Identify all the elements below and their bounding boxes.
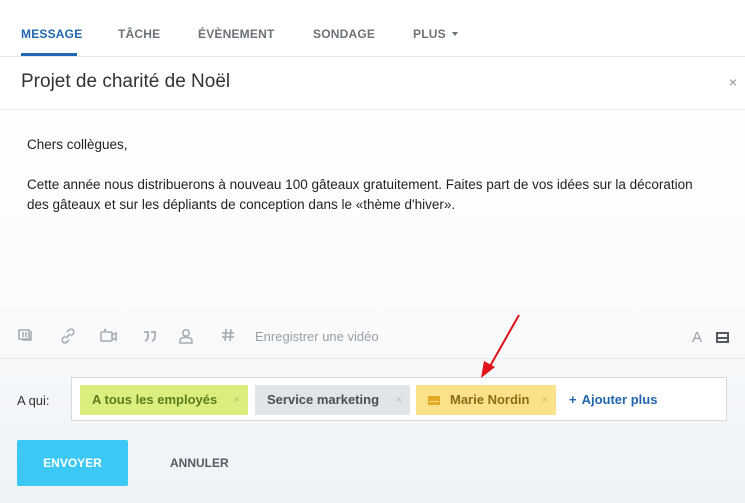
quote-icon[interactable] bbox=[141, 328, 159, 346]
cancel-button[interactable]: ANNULER bbox=[170, 456, 229, 470]
add-more-recipients-link[interactable]: + Ajouter plus bbox=[569, 392, 657, 407]
send-button[interactable]: ENVOYER bbox=[17, 440, 128, 486]
annotation-arrow-icon bbox=[481, 314, 520, 378]
plus-icon: + bbox=[569, 392, 577, 407]
text-format-icon[interactable]: A bbox=[692, 329, 702, 346]
recipient-chip-marie-nordin[interactable]: Marie Nordin × bbox=[416, 385, 556, 415]
post-type-tabs: MESSAGE TÂCHE ÉVÈNEMENT SONDAGE PLUS bbox=[0, 0, 745, 57]
message-greeting: Chers collègues, bbox=[27, 137, 128, 152]
video-icon[interactable] bbox=[99, 328, 117, 346]
record-video-link[interactable]: Enregistrer une vidéo bbox=[255, 329, 379, 344]
recipients-field[interactable]: A tous les employés × Service marketing … bbox=[71, 377, 727, 421]
add-more-label: Ajouter plus bbox=[581, 392, 658, 407]
tab-message[interactable]: MESSAGE bbox=[21, 27, 82, 41]
attach-icon[interactable] bbox=[17, 328, 35, 346]
recipient-chip-all-employees[interactable]: A tous les employés × bbox=[80, 385, 248, 415]
recipient-chip-label: A tous les employés bbox=[92, 392, 218, 407]
editor-toolbar: Enregistrer une vidéo A bbox=[0, 322, 745, 359]
tab-more[interactable]: PLUS bbox=[413, 27, 458, 41]
hashtag-icon[interactable] bbox=[219, 328, 237, 346]
mention-icon[interactable] bbox=[177, 328, 195, 346]
recipients-label: A qui: bbox=[17, 393, 50, 408]
link-icon[interactable] bbox=[59, 328, 77, 346]
remove-recipient-icon[interactable]: × bbox=[542, 385, 548, 415]
active-tab-indicator bbox=[21, 53, 77, 56]
chevron-down-icon bbox=[451, 32, 458, 36]
close-icon[interactable]: × bbox=[729, 74, 737, 90]
toggle-panel-icon[interactable] bbox=[716, 332, 729, 343]
envelope-icon bbox=[428, 396, 440, 405]
recipient-chip-marketing[interactable]: Service marketing × bbox=[255, 385, 410, 415]
message-body[interactable]: Chers collègues, Cette année nous distri… bbox=[27, 135, 717, 235]
tab-event[interactable]: ÉVÈNEMENT bbox=[198, 27, 274, 41]
recipient-chip-label: Service marketing bbox=[267, 392, 380, 407]
title-bar: Projet de charité de Noël × bbox=[0, 57, 745, 110]
message-title[interactable]: Projet de charité de Noël bbox=[21, 71, 230, 93]
tab-more-label: PLUS bbox=[413, 27, 446, 41]
recipient-chip-label: Marie Nordin bbox=[450, 392, 530, 407]
tab-poll[interactable]: SONDAGE bbox=[313, 27, 375, 41]
message-paragraph: Cette année nous distribuerons à nouveau… bbox=[27, 177, 693, 212]
remove-recipient-icon[interactable]: × bbox=[396, 385, 402, 415]
tab-task[interactable]: TÂCHE bbox=[118, 27, 160, 41]
remove-recipient-icon[interactable]: × bbox=[234, 385, 240, 415]
